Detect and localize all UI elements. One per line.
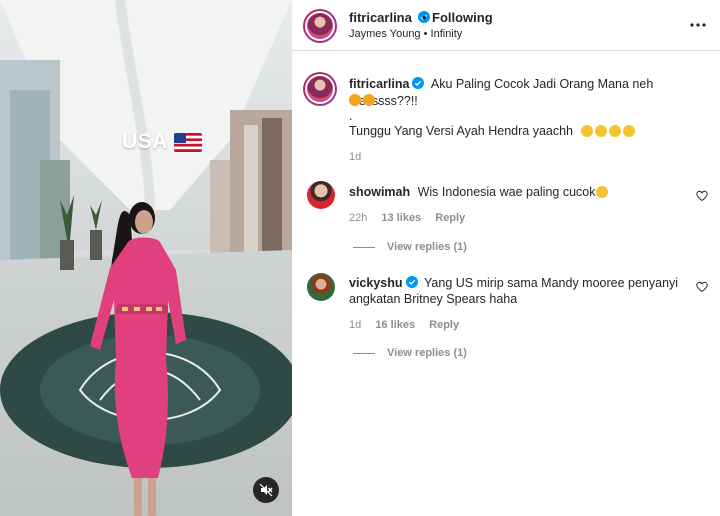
comment-timestamp[interactable]: 22h (349, 212, 367, 224)
comment-username[interactable]: showimah (349, 185, 410, 199)
star-struck-emoji-icon (349, 94, 361, 106)
post-sidebar: fitricarlina • Following Jaymes Young • … (292, 0, 720, 516)
caption-trailing-dot: . (377, 93, 381, 107)
audio-attribution[interactable]: Jaymes Young • Infinity (349, 28, 462, 40)
verified-badge-icon (412, 77, 425, 89)
replies-divider-line (353, 352, 375, 354)
mute-toggle-button[interactable] (253, 477, 279, 503)
speaker-muted-icon (259, 483, 273, 497)
comment-reply-button[interactable]: Reply (435, 212, 465, 224)
author-avatar[interactable] (303, 9, 337, 43)
view-replies-label[interactable]: View replies (1) (387, 347, 467, 359)
grinning-emoji-icon (594, 125, 607, 137)
view-replies-button[interactable]: View replies (1) (353, 241, 467, 253)
verified-badge-icon (405, 276, 418, 288)
post-header: fitricarlina • Following Jaymes Young • … (292, 0, 720, 51)
caption-block: fitricarlina Aku Paling Cocok Jadi Orang… (349, 76, 709, 110)
comment-text-line2: angkatan Britney Spears haha (349, 292, 518, 306)
comment-text-line1: Yang US mirip sama Mandy mooree penyanyi (424, 276, 679, 290)
view-replies-label[interactable]: View replies (1) (387, 241, 467, 253)
comment-avatar[interactable] (307, 273, 335, 301)
star-struck-emoji-icon (363, 94, 375, 106)
comment-username[interactable]: vickyshu (349, 276, 403, 290)
post-media-video[interactable]: USA (0, 0, 292, 516)
following-button[interactable]: Following (432, 10, 493, 25)
video-frame (0, 0, 292, 516)
caption-line3: Tunggu Yang Versi Ayah Hendra yaachh (349, 123, 637, 140)
comment-body: vickyshu Yang US mirip sama Mandy mooree… (349, 275, 689, 292)
laughing-emoji-icon (622, 125, 635, 137)
header-dot: • (422, 10, 427, 25)
comment-meta: 22h 13 likes Reply (349, 212, 465, 224)
laughing-emoji-icon (608, 125, 621, 137)
caption-username[interactable]: fitricarlina (349, 77, 409, 91)
caption-emoji-row: . (349, 92, 380, 109)
comment-timestamp[interactable]: 1d (349, 319, 361, 331)
comment-reply-button[interactable]: Reply (429, 319, 459, 331)
more-horizontal-icon[interactable] (690, 18, 706, 32)
caption-timestamp[interactable]: 1d (349, 151, 361, 163)
caption-author-avatar[interactable] (303, 72, 337, 106)
us-flag-icon (173, 132, 202, 152)
caption-text-line3: Tunggu Yang Versi Ayah Hendra yaachh (349, 124, 574, 138)
author-username-text[interactable]: fitricarlina (349, 10, 412, 25)
comment-meta: 1d 16 likes Reply (349, 319, 459, 331)
comment-likes[interactable]: 13 likes (381, 212, 421, 224)
view-replies-button[interactable]: View replies (1) (353, 347, 467, 359)
comment-text: Wis Indonesia wae paling cucok (417, 185, 596, 199)
comment-avatar[interactable] (307, 181, 335, 209)
replies-divider-line (353, 246, 375, 248)
like-heart-icon[interactable] (696, 281, 708, 293)
grinning-emoji-icon (580, 125, 593, 137)
laughing-emoji-icon (596, 186, 609, 198)
comment-body: showimah Wis Indonesia wae paling cucok (349, 184, 679, 201)
overlay-text: USA (122, 130, 168, 153)
video-overlay-caption: USA (122, 130, 202, 154)
comment-likes[interactable]: 16 likes (375, 319, 415, 331)
author-username[interactable]: fitricarlina (349, 10, 431, 25)
like-heart-icon[interactable] (696, 190, 708, 202)
